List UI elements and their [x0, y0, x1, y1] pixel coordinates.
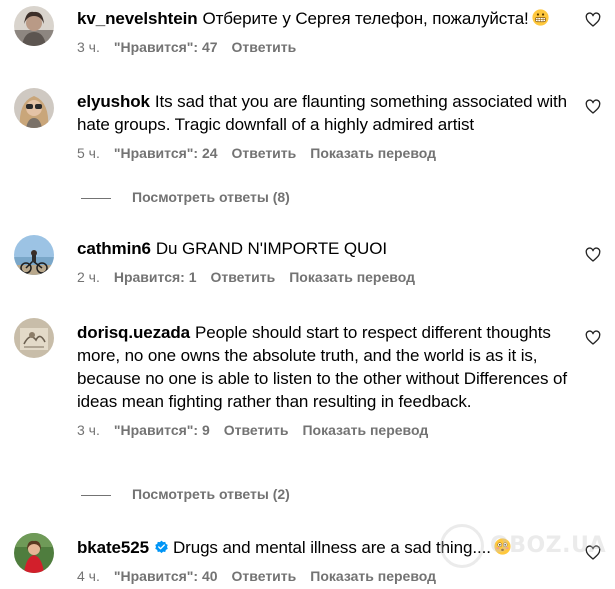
comment-text-line: kv_nevelshtein Отберите у Сергея телефон,… — [77, 7, 567, 30]
comment-username[interactable]: cathmin6 — [77, 239, 151, 258]
comment-time: 3 ч. — [77, 422, 100, 438]
comment-username[interactable]: bkate525 — [77, 538, 149, 557]
avatar[interactable] — [14, 88, 54, 128]
comment-body: dorisq.uezada People should start to resp… — [77, 321, 567, 439]
comment-likes[interactable]: "Нравится": 24 — [114, 144, 218, 162]
comment-meta: 3 ч. "Нравится": 9 Ответить Показать перево… — [77, 421, 567, 439]
reply-button[interactable]: Ответить — [232, 144, 297, 162]
heart-icon[interactable] — [585, 247, 601, 263]
comment-meta: 5 ч. "Нравится": 24 Ответить Показать перев… — [77, 144, 567, 162]
heart-icon[interactable] — [585, 330, 601, 346]
comment-meta: 2 ч. Нравится: 1 Ответить Показать перевод — [77, 268, 567, 286]
comment-time: 5 ч. — [77, 145, 100, 161]
grimacing-face-emoji — [532, 9, 549, 26]
comment-text: Du GRAND N'IMPORTE QUOI — [155, 239, 387, 258]
reply-button[interactable]: Ответить — [232, 38, 297, 56]
flushed-face-emoji — [494, 538, 511, 555]
show-translation-button[interactable]: Показать перевод — [289, 268, 415, 286]
avatar[interactable] — [14, 533, 54, 573]
divider-line — [81, 197, 111, 199]
heart-icon[interactable] — [585, 99, 601, 115]
comment-meta: 3 ч. "Нравится": 47 Ответить — [77, 38, 567, 56]
comment-meta: 4 ч. "Нравится": 40 Ответить Показать перев… — [77, 567, 567, 585]
view-replies-button[interactable]: Посмотреть ответы (8) — [81, 189, 290, 207]
comment-time: 3 ч. — [77, 39, 100, 55]
reply-button[interactable]: Ответить — [224, 421, 289, 439]
avatar[interactable] — [14, 235, 54, 275]
view-replies-label[interactable]: Посмотреть ответы (8) — [132, 189, 290, 205]
comment-body: kv_nevelshtein Отберите у Сергея телефон,… — [77, 7, 567, 56]
comment-likes[interactable]: Нравится: 1 — [114, 268, 197, 286]
comment-body: bkate525 Drugs and mental illness are a s… — [77, 536, 567, 585]
show-translation-button[interactable]: Показать перевод — [310, 144, 436, 162]
comment-time: 4 ч. — [77, 568, 100, 584]
comment-username[interactable]: elyushok — [77, 92, 150, 111]
verified-badge-icon — [154, 540, 169, 555]
comment-username[interactable]: dorisq.uezada — [77, 323, 190, 342]
reply-button[interactable]: Ответить — [211, 268, 276, 286]
reply-button[interactable]: Ответить — [232, 567, 297, 585]
comment-username[interactable]: kv_nevelshtein — [77, 9, 198, 28]
comment-text-line: bkate525 Drugs and mental illness are a s… — [77, 536, 567, 559]
comment-text-line: dorisq.uezada People should start to resp… — [77, 321, 567, 413]
avatar[interactable] — [14, 6, 54, 46]
comment-text: Отберите у Сергея телефон, пожалуйста! — [202, 9, 529, 28]
view-replies-button[interactable]: Посмотреть ответы (2) — [81, 486, 290, 504]
comment-likes[interactable]: "Нравится": 9 — [114, 421, 210, 439]
divider-line — [81, 494, 111, 496]
heart-icon[interactable] — [585, 545, 601, 561]
avatar[interactable] — [14, 318, 54, 358]
comment-body: elyushok Its sad that you are flaunting s… — [77, 90, 567, 162]
comment-body: cathmin6 Du GRAND N'IMPORTE QUOI 2 ч. Нрав… — [77, 237, 567, 286]
comment-likes[interactable]: "Нравится": 47 — [114, 38, 218, 56]
comment-time: 2 ч. — [77, 269, 100, 285]
show-translation-button[interactable]: Показать перевод — [310, 567, 436, 585]
comment-text-line: cathmin6 Du GRAND N'IMPORTE QUOI — [77, 237, 567, 260]
comment-text: Its sad that you are flaunting something… — [77, 92, 567, 134]
view-replies-label[interactable]: Посмотреть ответы (2) — [132, 486, 290, 502]
comment-likes[interactable]: "Нравится": 40 — [114, 567, 218, 585]
comments-panel: kv_nevelshtein Отберите у Сергея телефон,… — [0, 0, 615, 589]
comment-text: Drugs and mental illness are a sad thing… — [172, 538, 491, 557]
comment-text-line: elyushok Its sad that you are flaunting s… — [77, 90, 567, 136]
heart-icon[interactable] — [585, 12, 601, 28]
show-translation-button[interactable]: Показать перевод — [302, 421, 428, 439]
